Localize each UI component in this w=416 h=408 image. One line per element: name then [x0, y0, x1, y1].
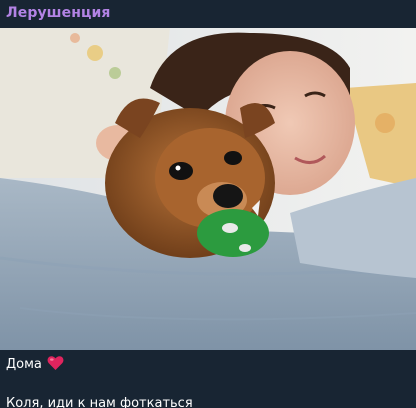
- message-bubble: Лерушенция Дома Коля, иди к нам фоткатьс…: [0, 0, 416, 408]
- photo-illustration: [0, 28, 416, 350]
- message-photo[interactable]: [0, 28, 416, 350]
- red-heart-icon: [47, 355, 64, 377]
- caption-line-2: Коля, иди к нам фоткаться: [6, 396, 193, 408]
- caption-line-1: Дома: [6, 355, 193, 377]
- sender-name[interactable]: Лерушенция: [6, 5, 110, 21]
- caption: Дома Коля, иди к нам фоткаться: [6, 355, 193, 408]
- caption-text-1: Дома: [6, 357, 42, 372]
